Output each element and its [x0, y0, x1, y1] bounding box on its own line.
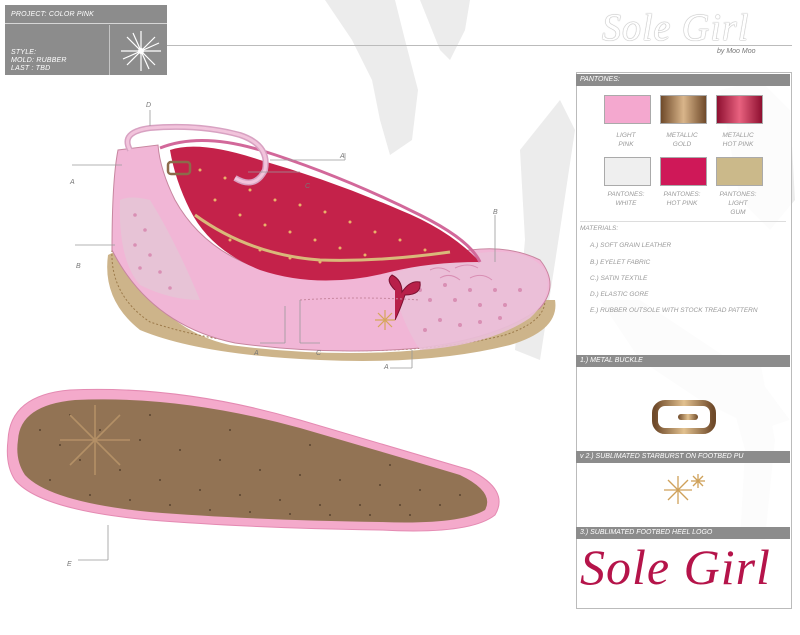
swatch-light-gum [716, 157, 763, 186]
divider [580, 221, 786, 222]
swatch-label: PANTONES: WHITE [607, 191, 645, 207]
swatch-hot-pink [660, 157, 707, 186]
swatch-label: LIGHT PINK [616, 132, 636, 148]
starburst-icon [664, 474, 705, 504]
heel-logo: Sole Girl [580, 539, 771, 595]
swatch-label: PANTONES: HOT PINK [663, 191, 701, 207]
material-item: B.) EYELET FABRIC [590, 259, 651, 266]
swatch-label: PANTONES: LIGHT GUM [719, 191, 757, 216]
material-item: D.) ELASTIC GORE [590, 291, 649, 298]
materials-title: MATERIALS: [580, 225, 619, 232]
brand-byline: by Moo Moo [717, 48, 756, 55]
swatch-light-pink [604, 95, 651, 124]
swatch-label: METALLIC HOT PINK [722, 132, 754, 148]
detail-header: v 2.) SUBLIMATED STARBURST ON FOOTBED PU [576, 451, 790, 463]
swatch-metallic-hot-pink [716, 95, 763, 124]
swatch-label: METALLIC GOLD [666, 132, 698, 148]
swatch-white [604, 157, 651, 186]
pantones-header: PANTONES: [576, 74, 790, 86]
material-item: C.) SATIN TEXTILE [590, 275, 648, 282]
detail-header: 1.) METAL BUCKLE [576, 355, 790, 367]
material-item: A.) SOFT GRAIN LEATHER [590, 242, 672, 249]
material-item: E.) RUBBER OUTSOLE WITH STOCK TREAD PATT… [590, 307, 758, 314]
metal-buckle-icon [652, 400, 716, 434]
brand-logo: Sole Girl [602, 7, 750, 49]
outsole-bottom-view [6, 388, 500, 561]
swatch-metallic-gold [660, 95, 707, 124]
